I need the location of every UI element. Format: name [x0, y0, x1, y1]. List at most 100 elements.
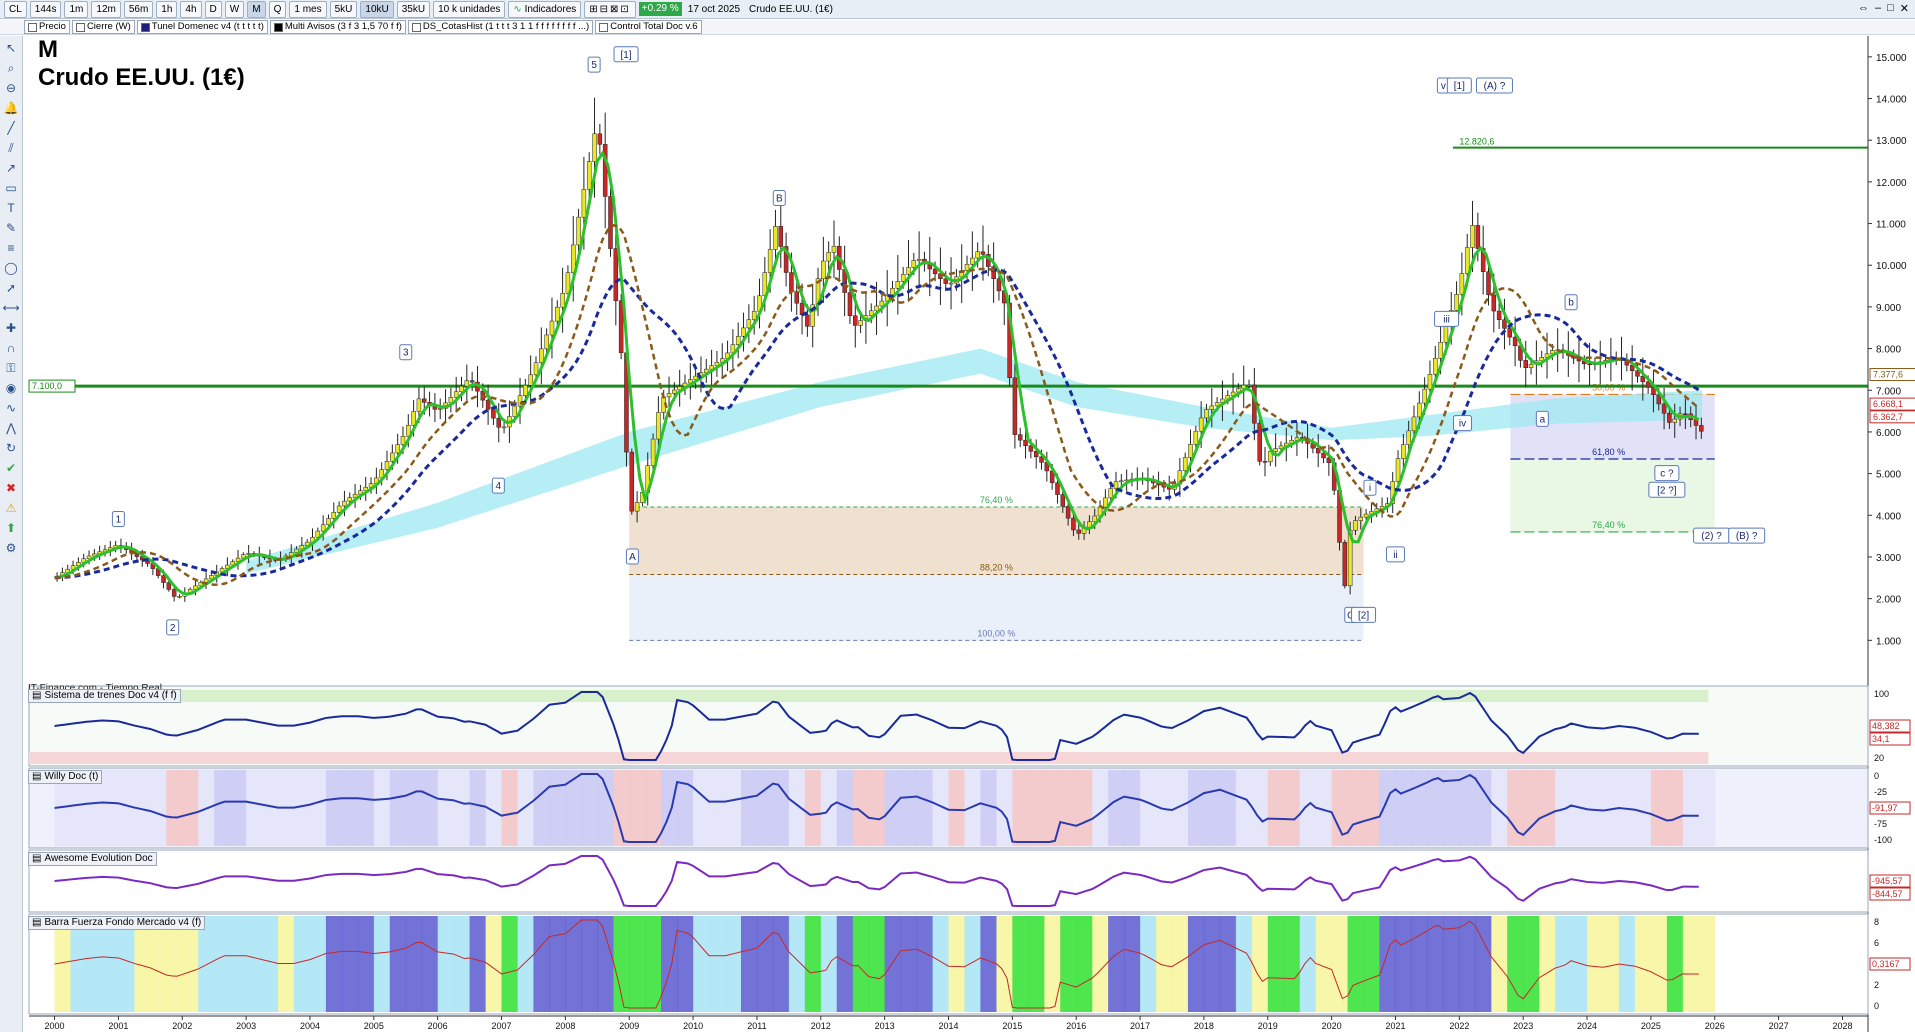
arrow-icon[interactable]: ➚	[3, 280, 20, 296]
panel-band	[373, 770, 391, 846]
ray-icon[interactable]: ↗	[3, 160, 20, 176]
panel-band	[1140, 770, 1157, 846]
symbol-select[interactable]: CL	[4, 0, 27, 18]
wave-icon[interactable]: ∿	[3, 400, 20, 416]
tool-icons[interactable]: ⊞⊟⊠⊡	[584, 0, 636, 18]
candle-body	[964, 264, 970, 271]
units-10k[interactable]: 10kU	[360, 0, 394, 18]
indicator-chip-tunel[interactable]: Tunel Domenec v4 (t t t t t)	[136, 20, 268, 34]
fib-icon[interactable]: ≡	[3, 240, 20, 256]
timeframe-1h[interactable]: 1h	[156, 0, 178, 18]
panel-band	[341, 770, 359, 846]
cycle-icon[interactable]: ↻	[3, 440, 20, 456]
zoom-icon[interactable]: ⌕	[3, 60, 20, 76]
ellipse-icon[interactable]: ◯	[3, 260, 20, 276]
period-select[interactable]: 1 mes	[289, 0, 327, 18]
wave-label: [1]	[620, 50, 631, 61]
units-select[interactable]: 10 k unidades	[433, 0, 506, 18]
candle-body	[560, 293, 565, 308]
chart-canvas[interactable]: 76,40 %88,20 %100,00 %50,00 %61,80 %76,4…	[23, 36, 1915, 1032]
text-icon[interactable]: T	[3, 200, 20, 216]
lock-icon[interactable]: ⚿	[3, 360, 20, 376]
panel-value-label: 48,382	[1872, 721, 1900, 731]
time-tick-label: 2014	[938, 1021, 958, 1031]
panel-title-willy[interactable]: ▤ Willy Doc (t)	[28, 770, 103, 784]
panel-band	[1331, 770, 1349, 846]
delete-icon[interactable]: ✖	[3, 480, 20, 496]
eye-icon[interactable]: ◉	[3, 380, 20, 396]
panel-band	[804, 770, 822, 846]
maximize-icon[interactable]: □	[1887, 2, 1894, 15]
rectangle-icon[interactable]: ▭	[3, 180, 20, 196]
close-icon[interactable]: ✕	[1900, 2, 1909, 15]
up-arrow-icon[interactable]: ⬆	[3, 520, 20, 536]
timeframe-m[interactable]: M	[247, 0, 266, 18]
panel-band	[246, 916, 263, 1012]
timeframe-w[interactable]: W	[224, 0, 245, 18]
minimize-icon[interactable]: –	[1875, 2, 1881, 15]
panel-band	[725, 916, 742, 1012]
chip-color	[75, 22, 85, 32]
chip-label: Cierre (W)	[86, 21, 131, 32]
panel-band	[1634, 770, 1652, 846]
panel-band	[1523, 916, 1540, 1012]
zoom-out-icon[interactable]: ⊖	[3, 80, 20, 96]
panel-band	[661, 770, 678, 846]
chip-color	[273, 22, 283, 32]
panel-band	[533, 916, 550, 1012]
timeframe-4h[interactable]: 4h	[180, 0, 202, 18]
timeframe-12m[interactable]: 12m	[91, 0, 121, 18]
candle-body	[1198, 417, 1204, 432]
units-5k[interactable]: 5kU	[329, 0, 358, 18]
panel-title-barra[interactable]: ▤ Barra Fuerza Fondo Mercado v4 (f)	[28, 916, 206, 930]
time-tick-label: 2027	[1769, 1021, 1789, 1031]
pattern-icon[interactable]: ⋀	[3, 420, 20, 436]
timeframe-56m[interactable]: 56m	[123, 0, 154, 18]
time-tick-label: 2013	[875, 1021, 895, 1031]
chip-color	[140, 22, 150, 32]
panel-menu-icon: ▤	[32, 917, 42, 928]
warning-icon[interactable]: ⚠	[3, 500, 20, 516]
channel-icon[interactable]: ⫽	[3, 140, 20, 156]
chip-label: Precio	[39, 21, 66, 32]
candle-body	[485, 399, 491, 410]
cross-icon[interactable]: ✚	[3, 320, 20, 336]
panel-band	[517, 770, 534, 846]
pen-icon[interactable]: ✎	[3, 220, 20, 236]
panel-title-awesome[interactable]: ▤ Awesome Evolution Doc	[28, 852, 157, 866]
candle-body	[539, 348, 544, 364]
indicator-chip-cierre[interactable]: Cierre (W)	[71, 20, 135, 34]
settings-icon[interactable]: ⚙	[3, 540, 20, 556]
price-tick-label: 7.000	[1876, 386, 1901, 397]
panel-title-trenes[interactable]: ▤ Sistema de trenes Doc v4 (f f)	[28, 689, 181, 703]
indicator-chip-cotashist[interactable]: DS_CotasHist (1 t t t 3 1 1 f f f f f f …	[407, 20, 594, 34]
timeframe-144s[interactable]: 144s	[29, 0, 62, 18]
measure-icon[interactable]: ⟷	[3, 300, 20, 316]
candle-body	[666, 393, 672, 398]
indicators-button[interactable]: ∿ Indicadores	[508, 0, 582, 18]
fib-level-label: 88,20 %	[980, 562, 1013, 572]
magnet-icon[interactable]: ∩	[3, 340, 20, 356]
alert-icon[interactable]: 🔔	[3, 100, 20, 116]
timeframe-1m[interactable]: 1m	[64, 0, 89, 18]
panel-band	[1140, 916, 1157, 1012]
panel-band	[1666, 916, 1684, 1012]
indicator-chip-multi-avisos[interactable]: Multi Avisos (3 f 3 1,5 70 f f)	[269, 20, 406, 34]
panel-band	[1634, 916, 1652, 1012]
trendline-icon[interactable]: ╱	[3, 120, 20, 136]
time-tick-label: 2015	[1002, 1021, 1022, 1031]
indicator-chip-precio[interactable]: Precio	[24, 20, 70, 34]
dock-icon[interactable]: ⇔	[1858, 2, 1869, 15]
timeframe-q[interactable]: Q	[268, 0, 287, 18]
panel-band	[1347, 770, 1365, 846]
indicator-chip-control-total[interactable]: Control Total Doc v.6	[595, 20, 702, 34]
candle-body	[1422, 388, 1427, 404]
candle-body	[1512, 336, 1518, 347]
check-icon[interactable]: ✔	[3, 460, 20, 476]
pointer-icon[interactable]: ↖	[3, 40, 20, 56]
panel-band	[581, 916, 598, 1012]
timeframe-d[interactable]: D	[204, 0, 222, 18]
candle-body	[549, 320, 555, 336]
units-35k[interactable]: 35kU	[396, 0, 431, 18]
candle-body	[767, 249, 773, 273]
